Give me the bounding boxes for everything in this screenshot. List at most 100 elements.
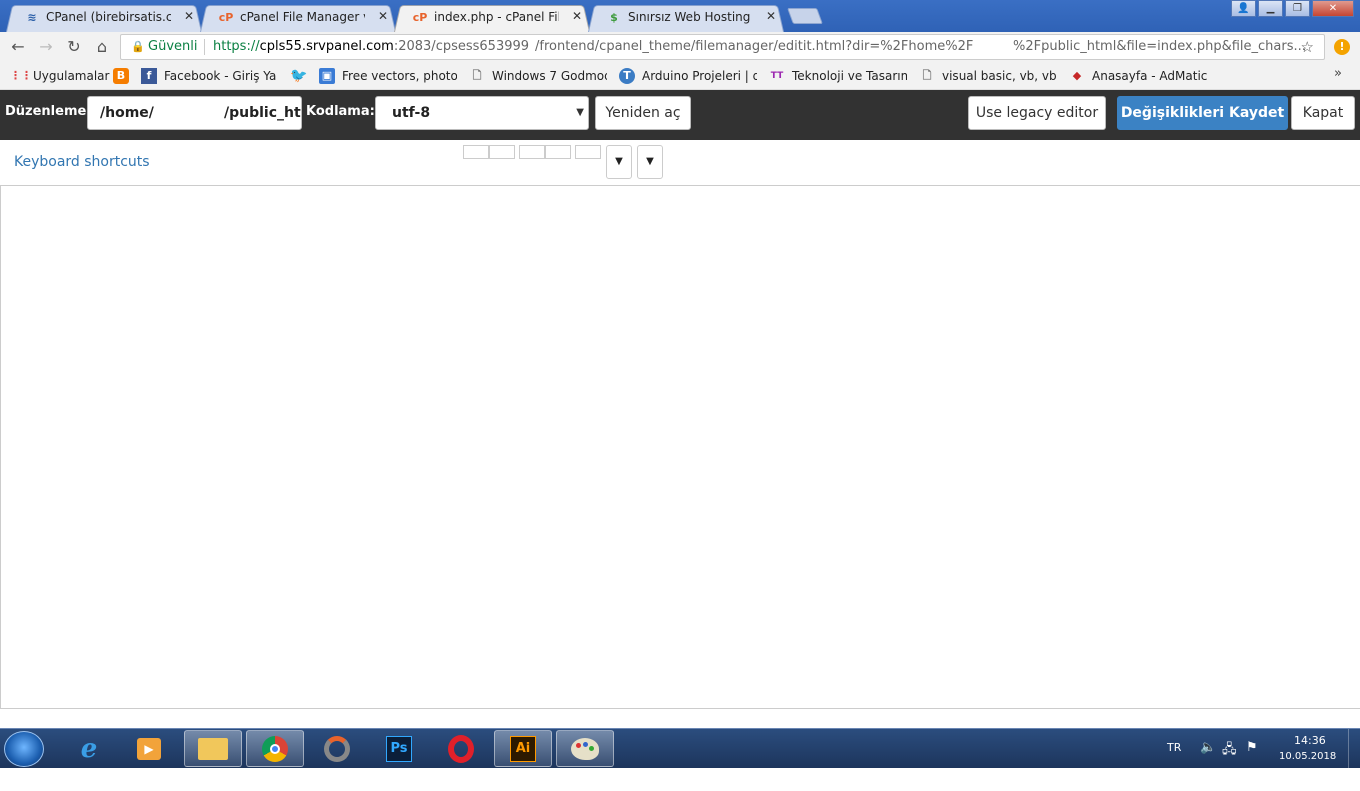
encoding-select[interactable]: utf-8 ▼ <box>375 96 589 130</box>
bookmark-twitter[interactable]: 🐦 <box>290 67 310 85</box>
save-changes-button[interactable]: Değişiklikleri Kaydet <box>1117 96 1288 130</box>
file-path-field[interactable]: /home/ /public_ht <box>87 96 302 130</box>
tab-file-manager[interactable]: cP cPanel File Manager v3 ✕ <box>200 3 396 32</box>
maximize-button[interactable]: ❐ <box>1285 0 1310 17</box>
blogger-icon: B <box>113 68 129 84</box>
toolbar-dropdown[interactable]: ▼ <box>637 145 663 179</box>
toolbar-button[interactable] <box>575 145 601 159</box>
bookmark-visual-basic[interactable]: 🗋 visual basic, vb, vbscr <box>919 67 1057 85</box>
hosting-icon: $ <box>610 11 618 24</box>
bookmark-star-icon[interactable]: ☆ <box>1301 35 1314 59</box>
reload-icon[interactable]: ↻ <box>64 37 84 57</box>
tab-cpanel[interactable]: ≋ CPanel (birebirsatis.com) ✕ <box>6 3 202 32</box>
tab-web-hosting[interactable]: $ Sınırsız Web Hosting | Tü ✕ <box>588 3 784 32</box>
close-icon[interactable]: ✕ <box>378 9 388 23</box>
more-bookmarks-icon[interactable]: » <box>1334 66 1342 81</box>
close-icon[interactable]: ✕ <box>766 9 776 23</box>
twitter-icon: 🐦 <box>290 68 308 84</box>
tab-index-php[interactable]: cP index.php - cPanel File M ✕ <box>394 3 590 32</box>
internet-explorer-icon[interactable]: e <box>60 730 118 767</box>
url-host: https://cpls55.srvpanel.com:2083/cpsess6… <box>213 39 530 54</box>
arduino-icon: T <box>619 68 635 84</box>
window-controls: 👤 ▁ ❐ ✕ <box>1231 0 1354 17</box>
close-icon[interactable]: ✕ <box>184 9 194 23</box>
admatic-icon: ◆ <box>1072 69 1082 82</box>
url-path: /frontend/cpanel_theme/filemanager/editi… <box>535 39 974 54</box>
tab-title: Sınırsız Web Hosting | Tü <box>628 10 753 24</box>
toolbar-button[interactable] <box>489 145 515 159</box>
close-icon[interactable]: ✕ <box>572 9 582 23</box>
tab-title: CPanel (birebirsatis.com) <box>46 10 171 24</box>
bookmark-blogger[interactable]: B <box>113 67 133 85</box>
browser-titlebar: ≋ CPanel (birebirsatis.com) ✕ cP cPanel … <box>0 0 1360 32</box>
chevron-down-icon: ▼ <box>615 156 623 167</box>
windows-taskbar: e ▶ Ps Ai TR 🔈 🖧 ⚑ 14:36 10.05.2018 <box>0 728 1360 769</box>
bookmark-label: Windows 7 Godmode <box>492 69 607 83</box>
window-close-button[interactable]: ✕ <box>1312 0 1354 17</box>
toolbar-button[interactable] <box>463 145 489 159</box>
address-toolbar: ← → ↻ ⌂ 🔒 Güvenli https://cpls55.srvpane… <box>0 32 1360 62</box>
editor-header: Düzenleme: /home/ /public_ht Kodlama: ut… <box>0 90 1360 140</box>
paint-icon[interactable] <box>556 730 614 767</box>
bookmark-label: Arduino Projeleri | diy <box>642 69 757 83</box>
bookmark-teknoloji[interactable]: TT Teknoloji ve Tasarım <box>769 67 907 85</box>
show-desktop-button[interactable] <box>1348 729 1360 769</box>
apps-grid-icon: ⋮⋮ <box>10 69 32 82</box>
cpanel-icon: cP <box>218 11 234 24</box>
recycle-tool-icon[interactable] <box>308 730 366 767</box>
path-part: /public_ht <box>224 105 301 121</box>
freepik-icon: ▣ <box>319 68 335 84</box>
page-icon: 🗋 <box>922 69 932 82</box>
alert-icon[interactable]: ! <box>1334 39 1350 55</box>
chrome-icon[interactable] <box>246 730 304 767</box>
bookmark-admatic[interactable]: ◆ Anasayfa - AdMatic <box>1069 67 1209 85</box>
close-button[interactable]: Kapat <box>1291 96 1355 130</box>
start-button[interactable] <box>4 731 44 767</box>
new-tab-button[interactable] <box>787 8 823 24</box>
language-indicator[interactable]: TR <box>1167 741 1181 781</box>
bookmark-facebook[interactable]: f Facebook - Giriş Yap <box>141 67 276 85</box>
reopen-button[interactable]: Yeniden aç <box>595 96 691 130</box>
home-icon[interactable]: ⌂ <box>92 37 112 57</box>
secure-label: Güvenli <box>148 39 198 54</box>
teknoloji-icon: TT <box>770 71 784 81</box>
toolbar-button[interactable] <box>545 145 571 159</box>
code-editor-area[interactable] <box>0 185 1360 709</box>
back-arrow-icon[interactable]: ← <box>8 37 28 57</box>
bookmark-arduino[interactable]: T Arduino Projeleri | diy <box>619 67 757 85</box>
illustrator-icon[interactable]: Ai <box>494 730 552 767</box>
toolbar-button[interactable] <box>519 145 545 159</box>
chevron-down-icon: ▼ <box>646 156 654 167</box>
clock-date[interactable]: 10.05.2018 <box>1279 751 1336 791</box>
bookmarks-bar: ⋮⋮ Uygulamalar B f Facebook - Giriş Yap 🐦 … <box>0 62 1360 90</box>
lock-icon: 🔒 <box>131 40 145 53</box>
speaker-icon[interactable]: 🔈 <box>1200 740 1216 780</box>
facebook-icon: f <box>141 68 157 84</box>
explorer-folder-icon[interactable] <box>184 730 242 767</box>
bookmark-freepik[interactable]: ▣ Free vectors, photos a <box>319 67 457 85</box>
encoding-label: Kodlama: <box>306 104 375 119</box>
forward-arrow-icon[interactable]: → <box>36 37 56 57</box>
photoshop-icon[interactable]: Ps <box>370 730 428 767</box>
cpanel-icon: cP <box>412 11 428 24</box>
legacy-editor-button[interactable]: Use legacy editor <box>968 96 1106 130</box>
bookmark-label: Uygulamalar <box>33 69 110 83</box>
path-part: /home/ <box>100 105 154 121</box>
keyboard-shortcuts-link[interactable]: Keyboard shortcuts <box>14 154 150 170</box>
address-bar[interactable]: 🔒 Güvenli https://cpls55.srvpanel.com:20… <box>120 34 1325 60</box>
bookmark-label: Teknoloji ve Tasarım <box>792 69 907 83</box>
flag-icon[interactable]: ⚑ <box>1246 740 1258 780</box>
user-icon[interactable]: 👤 <box>1231 0 1256 17</box>
toolbar-dropdown[interactable]: ▼ <box>606 145 632 179</box>
editing-label: Düzenleme: <box>5 104 92 119</box>
toolbar-group <box>519 145 571 159</box>
chevron-down-icon: ▼ <box>576 107 584 118</box>
network-icon[interactable]: 🖧 <box>1222 740 1237 780</box>
encoding-value: utf-8 <box>392 105 431 121</box>
opera-icon[interactable] <box>432 730 490 767</box>
bookmark-apps[interactable]: ⋮⋮ Uygulamalar <box>10 67 110 85</box>
minimize-button[interactable]: ▁ <box>1258 0 1283 17</box>
media-player-icon[interactable]: ▶ <box>120 730 178 767</box>
bookmark-godmode[interactable]: 🗋 Windows 7 Godmode <box>469 67 607 85</box>
tab-title: index.php - cPanel File M <box>434 10 559 24</box>
